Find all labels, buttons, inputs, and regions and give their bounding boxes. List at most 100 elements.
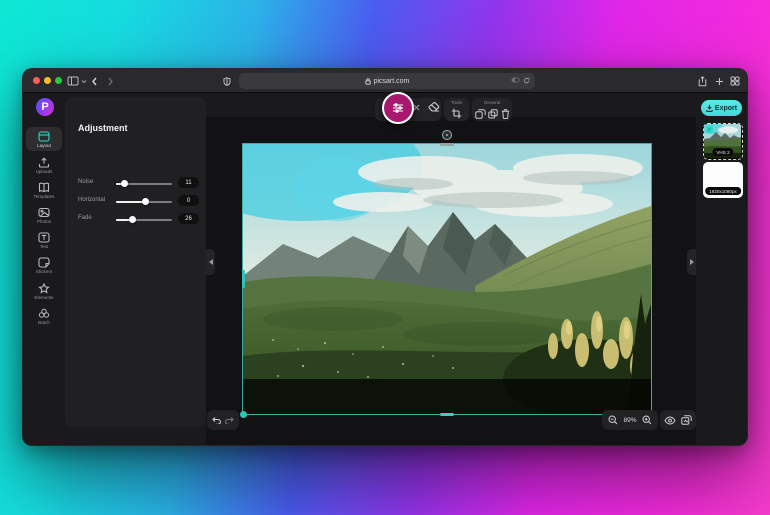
shield-icon[interactable]: [223, 73, 231, 89]
slider-label: Fade: [78, 215, 92, 221]
new-tab-icon[interactable]: [715, 73, 724, 89]
sidebar-item-batch[interactable]: Batch: [26, 304, 62, 328]
mountain-photo: [183, 111, 673, 419]
desktop-background: picsart.com P Layout Uploads Templates P…: [0, 0, 770, 515]
minimize-window-button[interactable]: [44, 77, 51, 84]
tools-group-label: Tools: [451, 100, 462, 105]
batch-icon: [38, 308, 50, 318]
picsart-logo[interactable]: P: [36, 98, 54, 116]
slider-thumb[interactable]: [142, 198, 150, 205]
slider-thumb[interactable]: [128, 216, 136, 223]
layer-visibility-badge[interactable]: ✓: [706, 126, 713, 133]
star-icon: [38, 282, 50, 294]
layer-name: VHS 2: [712, 148, 734, 156]
tab-overview-icon[interactable]: [730, 73, 740, 89]
sidebar-item-text[interactable]: Text: [26, 228, 62, 252]
page-badge-icon[interactable]: [511, 77, 520, 83]
address-bar[interactable]: picsart.com: [239, 73, 535, 89]
reload-icon[interactable]: [523, 77, 530, 84]
chevron-right-icon: [689, 259, 694, 265]
horizontal-slider[interactable]: [116, 198, 172, 205]
lock-icon: [364, 77, 371, 85]
resize-handle-bottom[interactable]: [440, 412, 454, 416]
browser-titlebar: picsart.com: [23, 69, 747, 93]
resize-handle-bottom-left[interactable]: [239, 410, 247, 418]
slider-row-noise: Noise 11: [65, 176, 206, 190]
general-group-label: General: [483, 100, 501, 105]
zoom-controls: 89%: [602, 410, 658, 430]
sidebar-item-templates[interactable]: Templates: [26, 178, 62, 202]
expand-right-panel-button[interactable]: [687, 249, 696, 275]
back-icon[interactable]: [91, 73, 98, 89]
general-group: General: [472, 98, 512, 121]
sidebar-item-photos[interactable]: Photos: [26, 203, 62, 227]
undo-icon[interactable]: [211, 416, 221, 424]
zoom-in-icon[interactable]: [642, 415, 652, 425]
upload-icon: [38, 156, 50, 168]
resize-handle-left[interactable]: [241, 270, 245, 288]
adjustment-panel: Adjustment Noise 11 Horizontal 0 Fade 26: [65, 97, 206, 427]
zoom-level[interactable]: 89%: [623, 417, 636, 424]
slider-label: Noise: [78, 179, 94, 185]
duplicate-icon[interactable]: [474, 109, 486, 119]
layer-item-vhs[interactable]: ✓ VHS 2: [703, 123, 743, 160]
sidebar-item-label: Uploads: [35, 168, 53, 174]
sidebar-item-label: Photos: [36, 218, 52, 224]
sidebar-item-uploads[interactable]: Uploads: [26, 153, 62, 177]
slider-label: Horizontal: [78, 197, 106, 203]
sidebar-item-label: Text: [39, 243, 49, 249]
export-label: Export: [714, 104, 738, 112]
layer-item-canvas[interactable]: 1920x1080px: [703, 162, 743, 198]
sidebar-item-label: Elements: [34, 294, 54, 300]
preview-controls: [660, 410, 696, 430]
export-button[interactable]: Export: [701, 100, 742, 116]
sidebar-item-label: Batch: [38, 319, 50, 325]
sidebar-item-layout[interactable]: Layout: [26, 127, 62, 151]
layer-name: 1920x1080px: [705, 187, 741, 195]
redo-icon[interactable]: [225, 416, 235, 424]
pages-icon[interactable]: [680, 415, 692, 425]
text-icon: [38, 231, 50, 243]
download-icon: [706, 104, 713, 112]
sidebar-item-label: Stickers: [35, 268, 53, 274]
address-url: picsart.com: [373, 77, 410, 85]
adjust-tool-button[interactable]: [382, 92, 414, 124]
sidebar-item-stickers[interactable]: Stickers: [26, 253, 62, 277]
slider-value[interactable]: 11: [178, 177, 199, 188]
slider-thumb[interactable]: [121, 180, 129, 187]
close-window-button[interactable]: [33, 77, 40, 84]
fullscreen-window-button[interactable]: [55, 77, 62, 84]
photos-icon: [38, 207, 50, 217]
left-nav-rail: P Layout Uploads Templates Photos Text S…: [23, 93, 65, 445]
close-icon[interactable]: [413, 104, 420, 111]
sidebar-item-elements[interactable]: Elements: [26, 279, 62, 303]
adjust-sliders-icon: [393, 103, 403, 113]
canvas-image[interactable]: [183, 111, 673, 419]
slider-value[interactable]: 26: [178, 213, 199, 224]
eraser-icon[interactable]: [428, 102, 440, 113]
chevron-down-icon[interactable]: [81, 73, 87, 89]
noise-slider[interactable]: [116, 180, 172, 187]
slider-row-fade: Fade 26: [65, 212, 206, 226]
copy-icon[interactable]: [488, 109, 498, 119]
crop-icon[interactable]: [451, 108, 462, 119]
trash-icon[interactable]: [501, 109, 510, 119]
rotate-handle[interactable]: [442, 130, 452, 140]
preview-eye-icon[interactable]: [664, 415, 676, 425]
history-controls: [207, 410, 239, 430]
sidebar-item-label: Layout: [37, 142, 51, 148]
zoom-out-icon[interactable]: [608, 415, 618, 425]
forward-icon[interactable]: [107, 73, 114, 89]
share-icon[interactable]: [698, 73, 707, 89]
slider-value[interactable]: 0: [178, 195, 199, 206]
sidebar-toggle-icon[interactable]: [67, 73, 79, 89]
collapse-left-panel-button[interactable]: [206, 249, 215, 275]
fade-slider[interactable]: [116, 216, 172, 223]
sticker-icon: [38, 256, 50, 268]
templates-icon: [38, 182, 50, 192]
browser-window: picsart.com P Layout Uploads Templates P…: [22, 68, 748, 446]
layout-icon: [38, 130, 50, 142]
tools-group: Tools: [444, 98, 469, 121]
panel-title: Adjustment: [78, 123, 128, 133]
resize-handle-top[interactable]: [440, 142, 454, 146]
